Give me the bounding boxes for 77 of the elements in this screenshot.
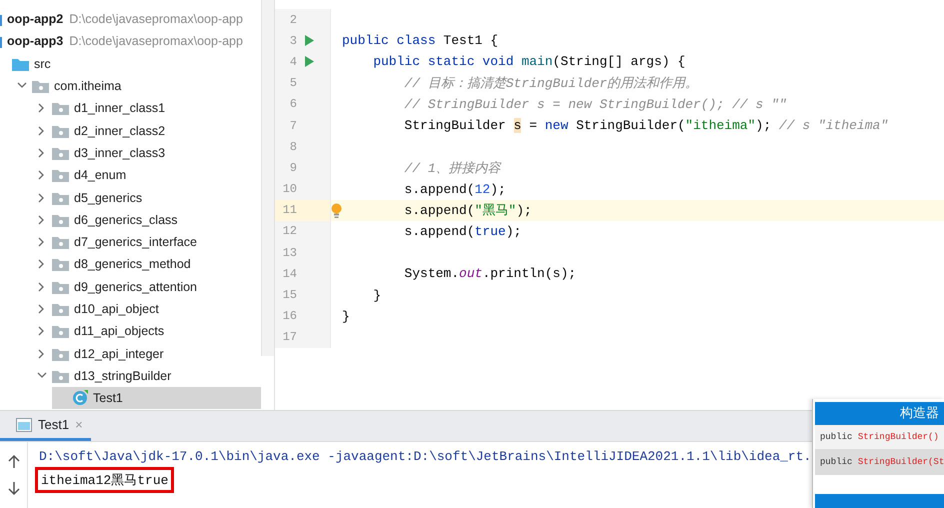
tree-item-label[interactable]: d5_generics <box>74 190 142 205</box>
line-number: 6 <box>288 97 297 112</box>
package-folder-icon <box>52 346 69 361</box>
code-line: StringBuilder s = new StringBuilder("itheima"); // s "itheima" <box>403 118 888 134</box>
run-tab[interactable]: Test1 × <box>0 411 91 441</box>
tree-item-label[interactable]: d4_enum <box>74 168 126 182</box>
class-icon <box>72 390 88 406</box>
code-line: public static void main(String[] args) { <box>372 54 686 70</box>
code-line: // StringBuilder s = new StringBuilder(); // s "" <box>403 96 787 112</box>
tree-item-label[interactable]: d13_stringBuilder <box>74 368 172 383</box>
line-number: 10 <box>282 182 297 196</box>
tree-item-label[interactable]: d10_api_object <box>74 302 159 316</box>
tree-item-label[interactable]: d11_api_objects <box>74 324 164 338</box>
code-line: System.out.println(s); <box>403 266 576 282</box>
line-number: 11 <box>282 203 297 218</box>
console-output: itheima12黑马true <box>35 467 174 493</box>
code-line: } <box>342 308 350 324</box>
constructor-item[interactable]: public StringBuilder() <box>815 425 944 450</box>
code-line: // 1、拼接内容 <box>403 160 501 177</box>
constructor-item[interactable]: public StringBuilder(St <box>815 450 944 475</box>
package-folder-icon <box>52 280 69 294</box>
line-number: 5 <box>288 76 297 90</box>
tree-item-label[interactable]: src <box>34 56 51 71</box>
section-header: 构造器 <box>815 402 944 425</box>
package-folder-icon <box>32 79 49 94</box>
line-number: 9 <box>288 160 297 175</box>
project-path: D:\code\javasepromax\oop-app <box>69 12 243 26</box>
tree-item-label[interactable]: d6_generics_class <box>74 212 178 227</box>
lightbulb-icon[interactable] <box>331 202 342 218</box>
run-icon[interactable] <box>304 56 314 68</box>
package-folder-icon <box>52 368 69 383</box>
tree-item-label[interactable]: com.itheima <box>54 79 122 94</box>
console-command: D:\soft\Java\jdk-17.0.1\bin\java.exe -javaagent:D:\soft\JetBrains\IntelliJIDEA2021.1.1\lib\idea_rt. <box>39 448 812 466</box>
code-line: s.append(12); <box>403 182 506 197</box>
line-number: 12 <box>282 224 297 238</box>
line-number: 17 <box>282 330 297 344</box>
package-folder-icon <box>52 235 69 250</box>
tree-item-label[interactable]: oop-app2 <box>7 12 64 26</box>
line-number: 15 <box>282 288 297 302</box>
tree-item-label[interactable]: d1_inner_class1 <box>74 101 166 116</box>
line-number: 3 <box>288 34 297 48</box>
line-number: 2 <box>288 12 297 27</box>
tree-item-label[interactable]: d9_generics_attention <box>74 280 198 294</box>
line-number: 14 <box>282 266 297 281</box>
tree-item-label[interactable]: d2_inner_class2 <box>74 124 166 138</box>
code-line: // 目标：搞清楚StringBuilder的用法和作用。 <box>403 75 698 92</box>
package-folder-icon <box>52 212 69 227</box>
line-number: 7 <box>288 118 297 133</box>
arrow-up-icon[interactable] <box>8 454 20 469</box>
code-line: s.append(true); <box>403 224 522 239</box>
package-folder-icon <box>52 190 69 205</box>
tree-item-label[interactable]: oop-app3 <box>7 34 64 48</box>
scrollbar[interactable] <box>261 0 274 356</box>
tree-item-label[interactable]: d12_api_integer <box>74 346 164 361</box>
folder-icon <box>12 56 29 71</box>
run-icon[interactable] <box>304 35 314 46</box>
line-number: 4 <box>288 54 297 69</box>
code-line: s.append("黑马"); <box>403 202 532 220</box>
package-folder-icon <box>52 101 69 116</box>
package-folder-icon <box>52 124 69 138</box>
arrow-down-icon[interactable] <box>8 481 20 496</box>
package-folder-icon <box>52 324 69 338</box>
tree-item-label[interactable]: d7_generics_interface <box>74 235 197 250</box>
line-number: 16 <box>282 309 297 324</box>
package-folder-icon <box>52 302 69 316</box>
console-icon <box>16 418 32 432</box>
code-line: public class Test1 { <box>342 33 498 48</box>
project-path: D:\code\javasepromax\oop-app <box>69 34 243 48</box>
package-folder-icon <box>52 146 69 160</box>
code-line: } <box>372 288 382 303</box>
package-folder-icon <box>52 168 69 182</box>
package-folder-icon <box>52 257 69 272</box>
line-number: 8 <box>288 140 297 154</box>
line-number: 13 <box>282 246 297 260</box>
tree-item-label[interactable]: d8_generics_method <box>74 257 191 272</box>
tree-item-label[interactable]: d3_inner_class3 <box>74 146 166 160</box>
tree-item[interactable]: Test1 <box>52 387 261 410</box>
